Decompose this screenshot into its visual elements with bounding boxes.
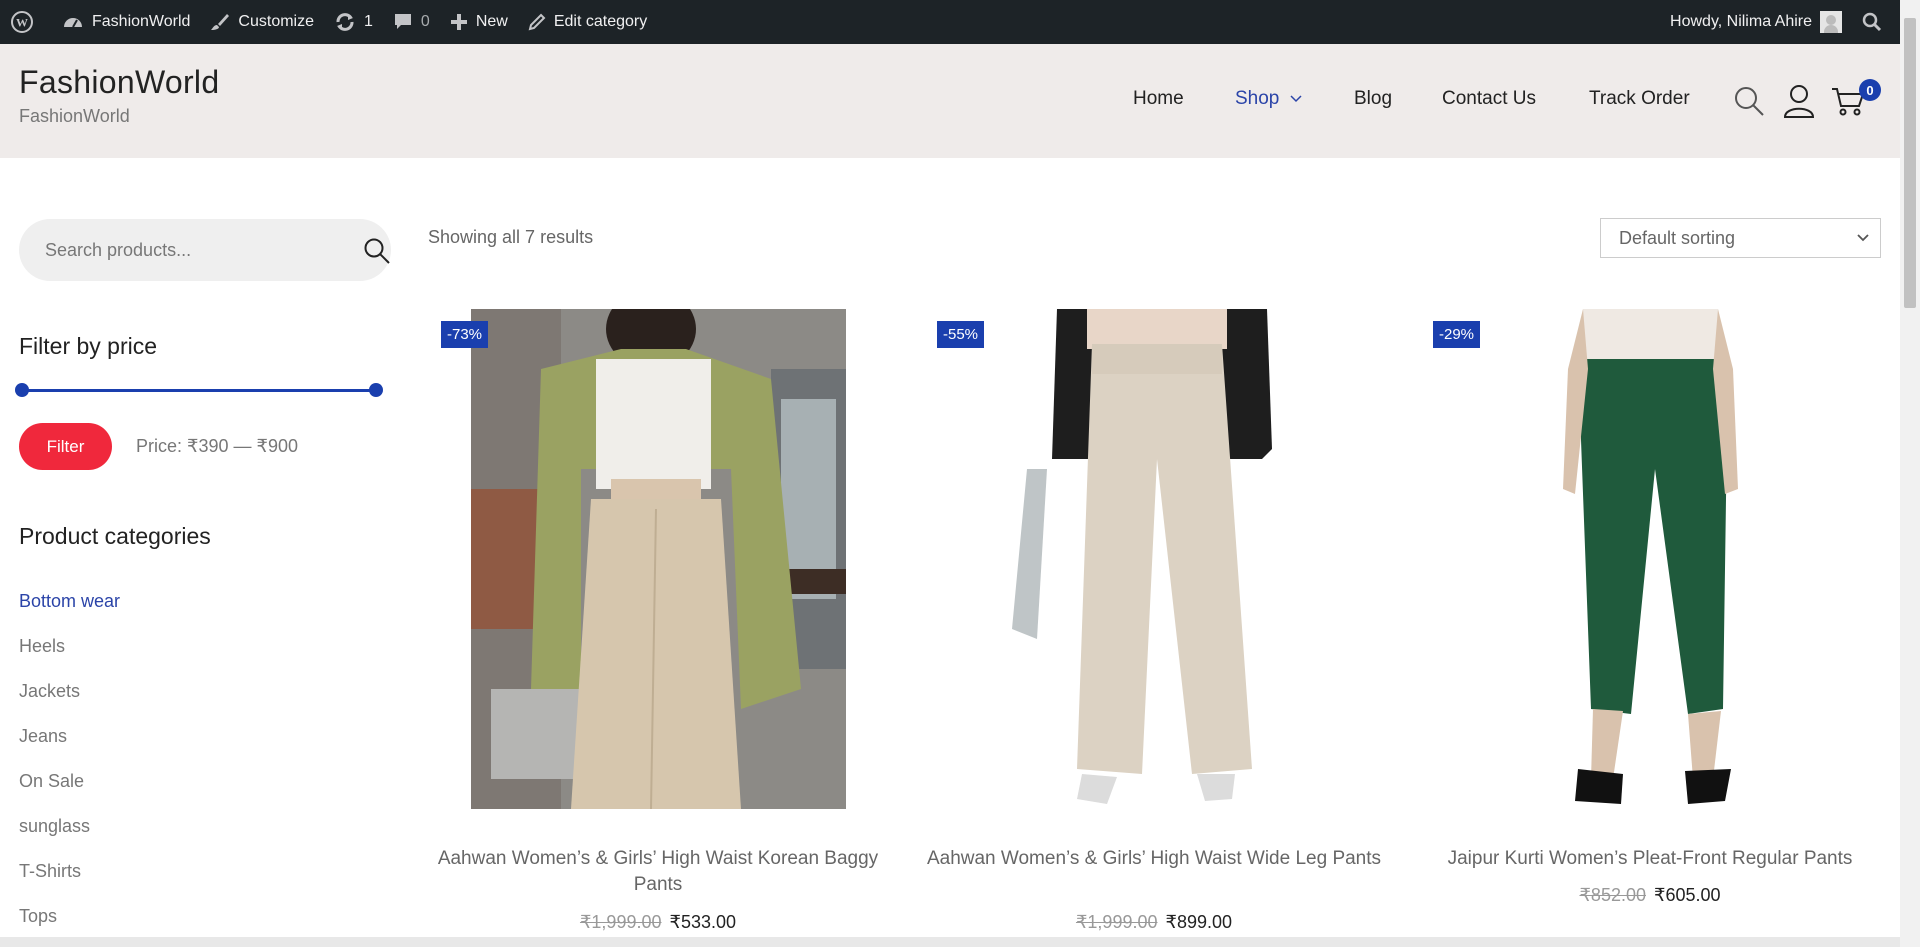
category-link-tops[interactable]: Tops [19,906,57,927]
comments-count: 0 [420,13,430,30]
product-sale-price: ₹605.00 [1654,885,1721,905]
nav-track-order[interactable]: Track Order [1589,88,1690,110]
nav-shop-label: Shop [1235,88,1280,109]
sale-badge: -55% [937,321,985,348]
result-count: Showing all 7 results [428,227,594,247]
product-sale-price: ₹533.00 [669,912,737,932]
product-sale-price: ₹899.00 [1165,912,1233,932]
category-link-t-shirts[interactable]: T-Shirts [19,861,81,882]
user-account-icon[interactable] [1783,84,1815,118]
search-icon[interactable] [1733,85,1765,117]
account-menu[interactable]: Howdy, Nilima Ahire [1660,0,1852,44]
product-title[interactable]: Aahwan Women’s & Girls’ High Waist Wide … [914,846,1394,872]
pencil-icon [528,13,546,31]
site-title[interactable]: FashionWorld [19,64,219,101]
site-name-label: FashionWorld [92,13,191,30]
product-price: ₹852.00 ₹605.00 [1410,885,1890,906]
sorting-select[interactable]: Default sorting [1600,218,1881,258]
product-old-price: ₹1,999.00 [579,912,662,932]
customize-link[interactable]: Customize [200,0,324,44]
category-link-sunglass[interactable]: sunglass [19,816,90,837]
scrollbar-thumb[interactable] [1904,18,1916,308]
price-slider-max-handle[interactable] [369,383,383,397]
new-content-link[interactable]: New [440,0,518,44]
product-price: ₹1,999.00 ₹899.00 [914,912,1394,933]
product-categories-title: Product categories [19,523,211,549]
category-link-bottom-wear[interactable]: Bottom wear [19,591,120,612]
bottom-edge-strip [0,937,1900,947]
sale-badge: -29% [1433,321,1481,348]
product-title[interactable]: Aahwan Women’s & Girls’ High Waist Korea… [418,846,898,898]
new-label: New [475,13,508,30]
cart-count-badge: 0 [1859,79,1881,101]
category-link-on-sale[interactable]: On Sale [19,771,84,792]
product-search-form [19,219,391,281]
edit-category-label: Edit category [553,13,648,30]
nav-shop[interactable]: Shop [1235,88,1303,110]
product-image[interactable] [1463,309,1838,809]
page-scrollbar[interactable] [1900,0,1920,947]
svg-text:W: W [16,16,28,30]
nav-home[interactable]: Home [1133,88,1184,110]
chevron-down-icon [1857,234,1869,242]
updates-link[interactable]: 1 [324,0,383,44]
sorting-selected-value: Default sorting [1619,227,1736,248]
category-link-heels[interactable]: Heels [19,636,65,657]
comment-icon [394,14,411,29]
wordpress-icon: W [11,11,33,33]
filter-by-price-title: Filter by price [19,333,158,359]
category-link-jeans[interactable]: Jeans [19,726,67,747]
site-name-link[interactable]: FashionWorld [52,0,200,44]
customize-label: Customize [238,13,314,30]
product-search-input[interactable] [45,219,325,281]
update-icon [336,13,354,31]
site-tagline: FashionWorld [19,106,130,126]
price-slider-track[interactable] [21,389,376,392]
brush-icon [211,14,230,30]
admin-bar: W FashionWorld Customize 1 0 New Edit ca… [0,0,1900,44]
dashboard-icon [64,18,82,28]
product-old-price: ₹852.00 [1579,885,1646,905]
product-image[interactable] [967,309,1342,809]
site-header: FashionWorld FashionWorld Home Shop Blog… [0,44,1900,158]
product-title[interactable]: Jaipur Kurti Women’s Pleat-Front Regular… [1410,846,1890,872]
product-old-price: ₹1,999.00 [1075,912,1158,932]
wordpress-logo-button[interactable]: W [0,0,52,44]
howdy-label: Howdy, Nilima Ahire [1670,13,1812,30]
price-slider-min-handle[interactable] [15,383,29,397]
product-photo-pleat-front-pants [1463,309,1838,809]
sale-badge: -73% [441,321,489,348]
admin-avatar [1820,11,1842,33]
category-link-jackets[interactable]: Jackets [19,681,80,702]
product-photo-wide-leg-pants [967,309,1342,809]
updates-count: 1 [364,13,373,30]
search-icon[interactable] [363,237,391,265]
search-icon [1862,12,1882,32]
filter-button[interactable]: Filter [19,423,112,470]
price-range-label: Price: ₹390 — ₹900 [136,436,298,456]
product-image[interactable] [471,309,846,809]
plus-icon [450,14,467,30]
edit-category-link[interactable]: Edit category [518,0,657,44]
product-price: ₹1,999.00 ₹533.00 [418,912,898,933]
comments-link[interactable]: 0 [383,0,440,44]
nav-contact-us[interactable]: Contact Us [1442,88,1536,110]
chevron-down-icon [1290,95,1302,103]
product-photo-baggy-pants [471,309,846,809]
nav-blog[interactable]: Blog [1354,88,1392,110]
admin-search-button[interactable] [1852,0,1900,44]
